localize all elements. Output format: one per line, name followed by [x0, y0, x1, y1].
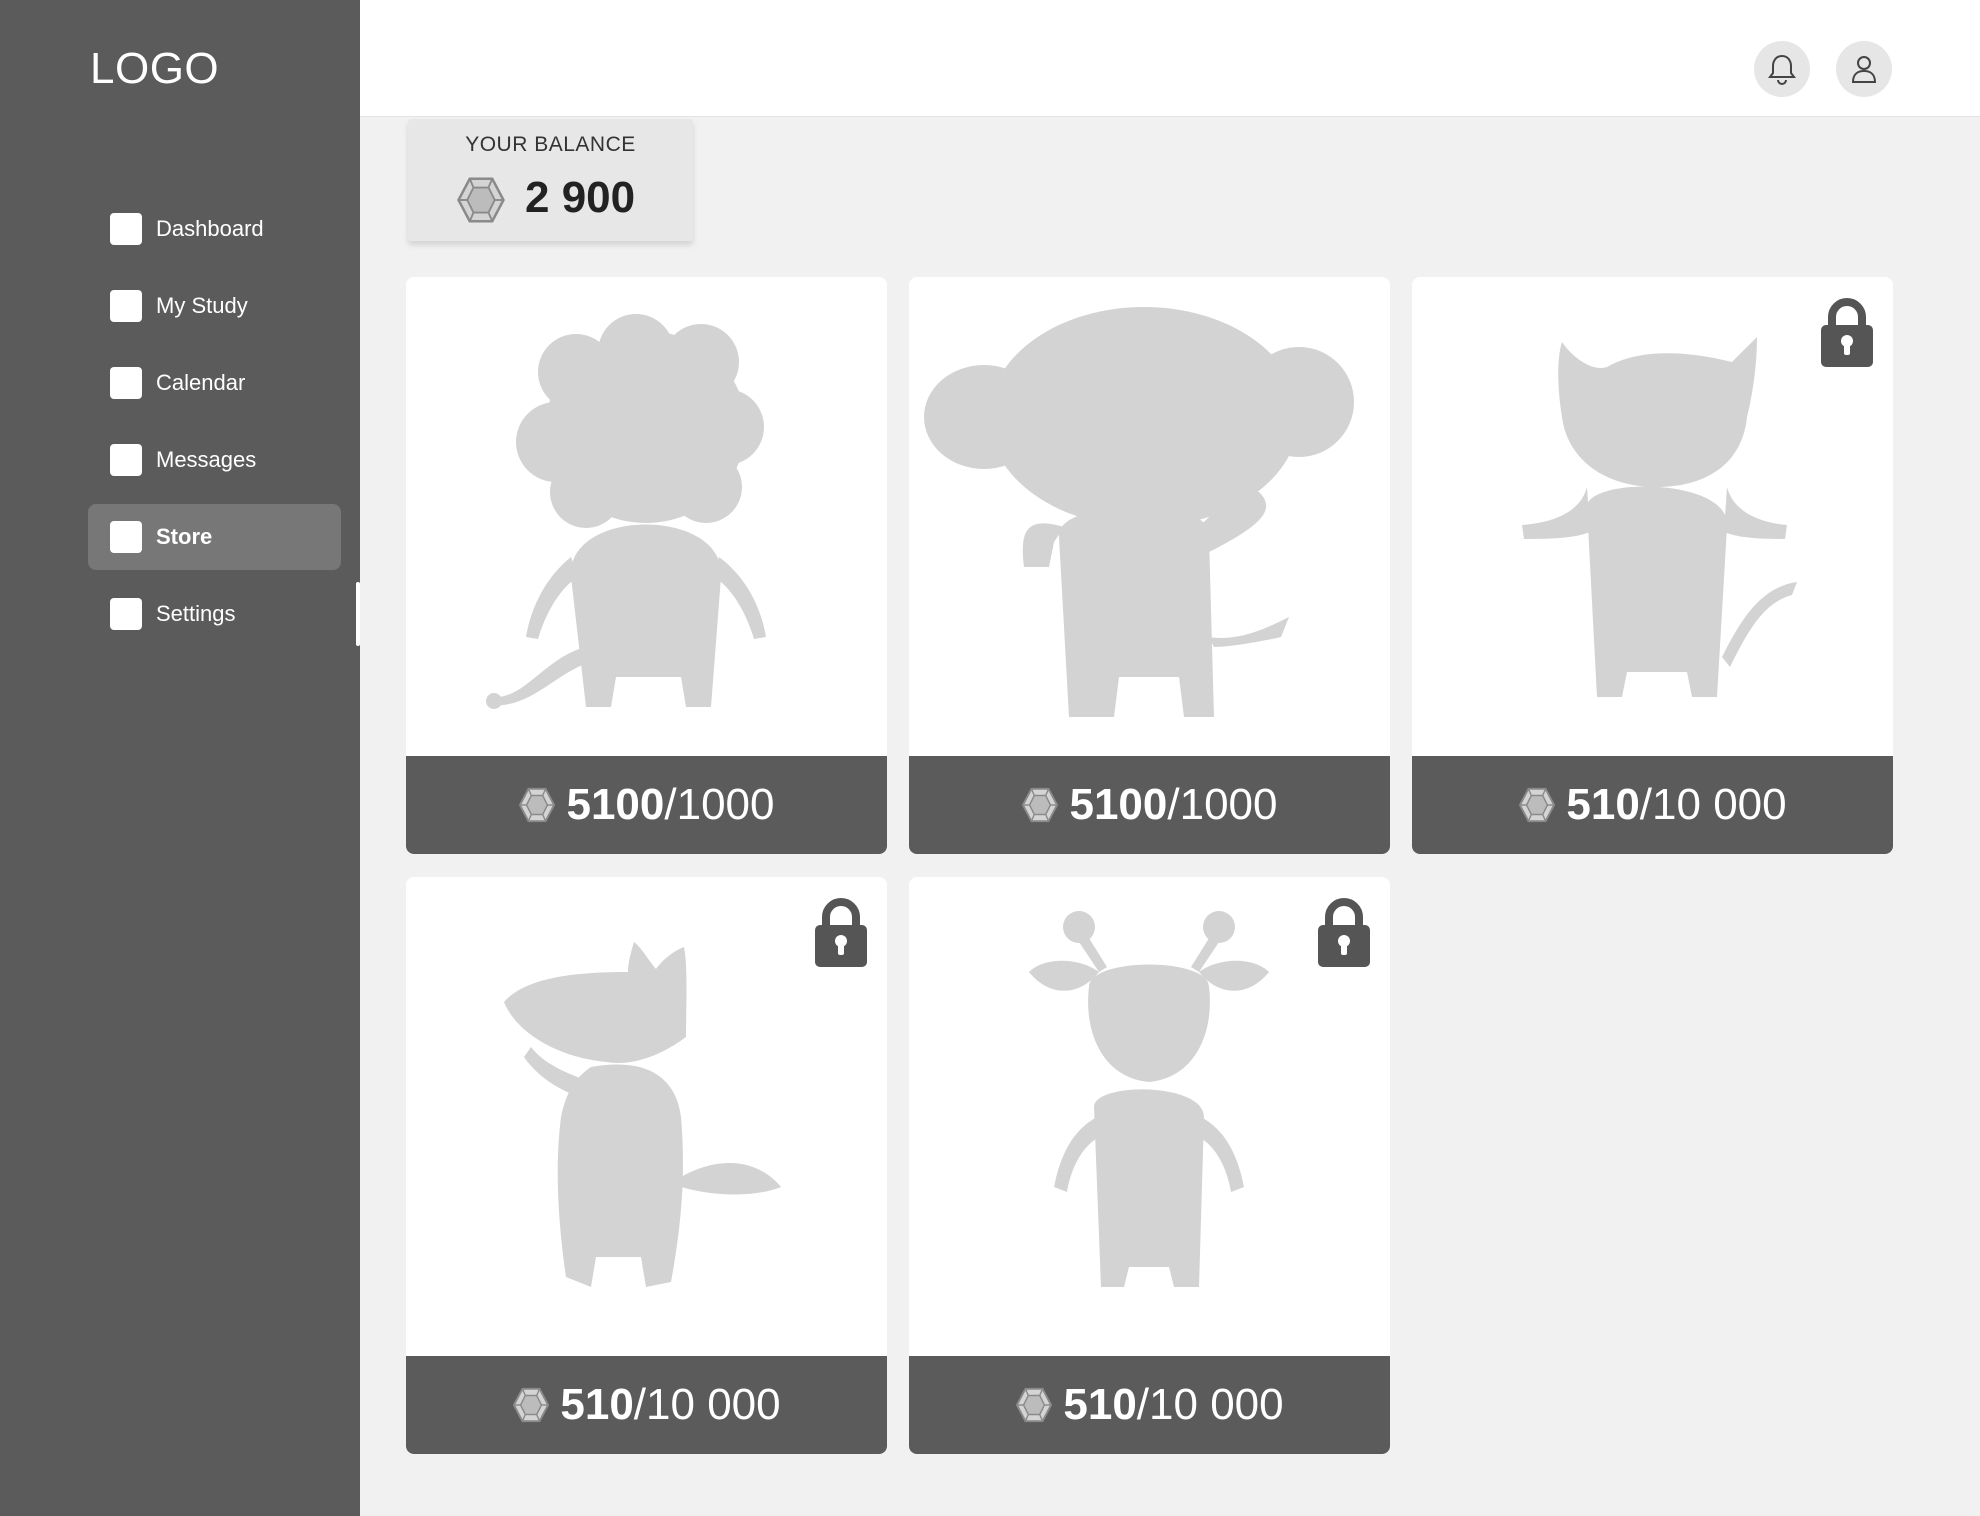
store-item-elephant[interactable]: 5100 / 1000 — [909, 277, 1390, 854]
sidebar-item-label: Store — [156, 524, 213, 549]
profile-button[interactable] — [1836, 41, 1892, 97]
notifications-button[interactable] — [1754, 41, 1810, 97]
gem-icon — [1015, 1386, 1053, 1424]
gem-icon — [1518, 786, 1556, 824]
price-cost: 1000 — [676, 780, 775, 829]
price-bar: 510 / 10 000 — [909, 1356, 1390, 1454]
price-cost: 1000 — [1179, 780, 1278, 829]
messages-icon — [110, 444, 142, 476]
lock-icon — [1318, 897, 1370, 967]
sidebar-item-calendar[interactable]: Calendar — [88, 350, 341, 416]
sidebar-item-label: My Study — [156, 293, 248, 318]
sidebar: LOGO Dashboard My Study Calendar Message… — [0, 0, 360, 1516]
sidebar-item-label: Messages — [156, 447, 257, 472]
price-bar: 5100 / 1000 — [909, 756, 1390, 854]
sidebar-item-messages[interactable]: Messages — [88, 427, 341, 493]
sidebar-nav: Dashboard My Study Calendar Messages Sto… — [88, 196, 341, 658]
price-owned: 510 — [1566, 780, 1640, 829]
lock-icon — [1821, 297, 1873, 367]
sidebar-item-store[interactable]: Store — [88, 504, 341, 570]
sidebar-item-dashboard[interactable]: Dashboard — [88, 196, 341, 262]
price-bar: 510 / 10 000 — [406, 1356, 887, 1454]
balance-card: YOUR BALANCE 2 900 — [408, 119, 693, 241]
app-logo[interactable]: LOGO — [90, 44, 219, 94]
gem-icon — [512, 1386, 550, 1424]
balance-value: 2 900 — [525, 173, 636, 222]
sidebar-item-my-study[interactable]: My Study — [88, 273, 341, 339]
price-cost: 10 000 — [646, 1380, 781, 1429]
bell-icon — [1768, 54, 1796, 85]
price-bar: 510 / 10 000 — [1412, 756, 1893, 854]
store-item-cat[interactable]: 510 / 10 000 — [1412, 277, 1893, 854]
store-icon — [110, 521, 142, 553]
lion-silhouette — [406, 277, 887, 756]
my-study-icon — [110, 290, 142, 322]
user-icon — [1851, 56, 1877, 83]
calendar-icon — [110, 367, 142, 399]
price-cost: 10 000 — [1652, 780, 1787, 829]
price-cost: 10 000 — [1149, 1380, 1284, 1429]
dashboard-icon — [110, 213, 142, 245]
gem-icon — [518, 786, 556, 824]
store-item-fox[interactable]: 510 / 10 000 — [406, 877, 887, 1454]
sidebar-item-settings[interactable]: Settings — [88, 581, 341, 647]
sidebar-item-label: Settings — [156, 601, 236, 626]
sidebar-item-label: Dashboard — [156, 216, 264, 241]
settings-icon — [110, 598, 142, 630]
price-bar: 5100 / 1000 — [406, 756, 887, 854]
sidebar-resize-handle[interactable] — [356, 582, 360, 646]
price-separator: / — [664, 780, 677, 829]
store-item-giraffe[interactable]: 510 / 10 000 — [909, 877, 1390, 1454]
price-owned: 510 — [560, 1380, 634, 1429]
price-separator: / — [1639, 780, 1653, 829]
price-owned: 5100 — [1069, 780, 1168, 829]
price-separator: / — [1167, 780, 1180, 829]
sidebar-item-label: Calendar — [156, 370, 246, 395]
gem-icon — [1021, 786, 1059, 824]
lock-icon — [815, 897, 867, 967]
gem-icon — [456, 175, 506, 225]
top-header — [360, 0, 1980, 117]
price-owned: 5100 — [566, 780, 665, 829]
price-separator: / — [633, 1380, 647, 1429]
elephant-silhouette — [909, 277, 1390, 756]
price-separator: / — [1136, 1380, 1150, 1429]
balance-label: YOUR BALANCE — [465, 133, 636, 156]
store-item-lion[interactable]: 5100 / 1000 — [406, 277, 887, 854]
price-owned: 510 — [1063, 1380, 1137, 1429]
